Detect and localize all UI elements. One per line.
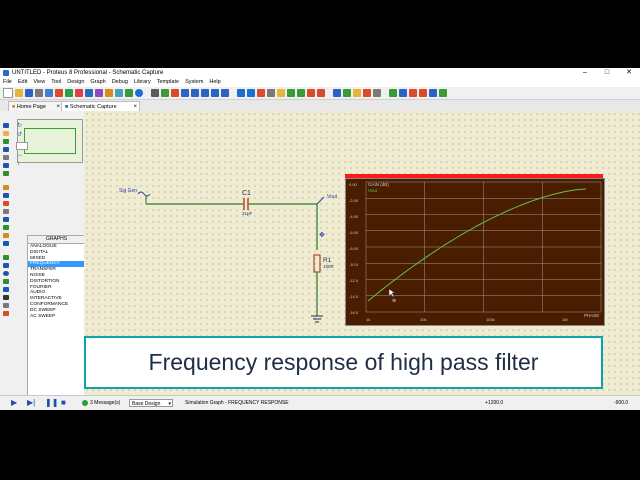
cursor-x-coordinate: +1200.0 [485,400,504,406]
graph-grid [365,181,602,313]
x-tick-2: 100k [486,317,495,322]
graph-header-text: GAIN (dB) [368,182,389,187]
gain-trace [367,188,587,302]
crosshair-marker-icon: ✥ [319,231,325,239]
y-tick-1: -2.00 [349,198,359,203]
cursor-crosshair-icon: ⊕ [392,298,396,304]
status-bar: ▶ ▶| ❚❚ ■ 3 Message(s) Base Design ▾ Sim… [0,395,640,410]
run-simulation-icon[interactable]: ▶ [11,399,17,407]
chevron-down-icon: ▾ [168,401,171,407]
probe-arrow [316,196,325,205]
y-tick-0: 0.00 [349,182,358,187]
sine-wave-icon [137,191,151,197]
messages-status-icon [82,400,88,406]
signal-generator[interactable] [137,191,151,204]
pause-simulation-icon[interactable]: ❚❚ [45,399,58,407]
voltage-probe-vout[interactable]: Vout [316,194,338,205]
y-tick-2: -4.00 [349,214,359,219]
probe-label: Vout [327,194,338,200]
step-simulation-icon[interactable]: ▶| [27,399,35,407]
y-tick-3: -6.00 [349,230,359,235]
x-tick-0: 1k [366,317,370,322]
frequency-graph-plot: GAIN (dB) Vout 0.00 -2.00 -4.00 -6.00 -8… [349,181,602,322]
x-tick-3: 1M [562,317,568,322]
graph-trace-label: Vout [368,188,378,193]
capacitor-value: 21pF [242,211,253,216]
y-tick-8: -16.0 [349,310,359,315]
x-axis-ticks: 1k 10k 100k 1M [366,317,568,322]
x-tick-1: 10k [420,317,426,322]
frequency-graph[interactable]: GAIN (dB) Vout 0.00 -2.00 -4.00 -6.00 -8… [345,178,605,326]
source-label: Sig Gen [119,188,137,194]
resistor-ref: R1 [323,257,332,264]
stop-simulation-icon[interactable]: ■ [61,399,66,407]
capacitor-c1[interactable] [243,198,249,210]
design-variant-select[interactable]: Base Design ▾ [129,399,173,407]
design-variant-value: Base Design [132,401,161,407]
cursor-y-coordinate: -900.0 [614,400,629,406]
resistor-body [313,254,321,273]
y-tick-7: -14.0 [349,294,359,299]
caption-banner: Frequency response of high pass filter [84,336,603,389]
y-tick-5: -10.0 [349,262,359,267]
y-tick-4: -8.00 [349,246,359,251]
messages-count[interactable]: 3 Message(s) [90,400,120,407]
capacitor-ref: C1 [242,190,251,197]
y-axis-ticks: 0.00 -2.00 -4.00 -6.00 -8.00 -10.0 -12.0… [349,182,359,315]
resistor-r1[interactable] [313,254,321,273]
caption-text: Frequency response of high pass filter [148,349,539,375]
status-info: Simulation Graph - FREQUENCY RESPONSE [185,400,289,406]
ground-symbol[interactable] [311,315,323,323]
y-tick-6: -12.0 [349,278,359,283]
phase-label: PHASE [584,313,599,318]
resistor-value: 150R [323,264,335,269]
